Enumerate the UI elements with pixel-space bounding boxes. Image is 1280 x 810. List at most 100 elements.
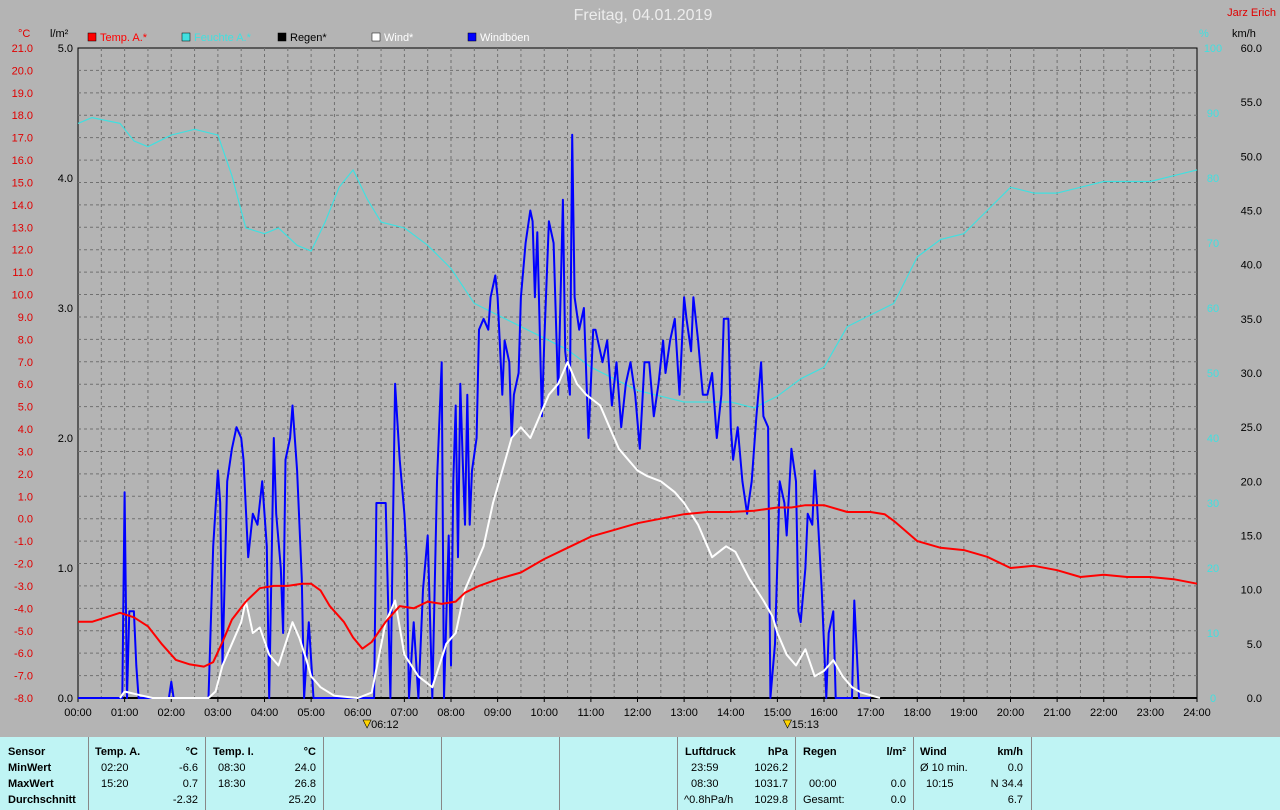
rain-tick-label: 4.0	[58, 173, 73, 185]
divider	[323, 737, 324, 810]
rain-max-time: 00:00	[809, 778, 837, 790]
rain-header: Regen	[803, 746, 837, 758]
station-name: Jarz Erich	[1227, 7, 1276, 19]
humidity-tick-label: 40	[1207, 433, 1219, 445]
x-tick-label: 02:00	[157, 707, 185, 719]
pressure-trend: ^0.8hPa/h	[684, 794, 734, 806]
humidity-tick-label: 60	[1207, 303, 1219, 315]
x-tick-label: 03:00	[204, 707, 232, 719]
pressure-max-time: 08:30	[691, 778, 719, 790]
rain-tick-label: 5.0	[58, 43, 73, 55]
humidity-axis-unit: %	[1199, 28, 1209, 40]
temp-i-min-time: 08:30	[218, 762, 246, 774]
temp-i-max-time: 18:30	[218, 778, 246, 790]
x-tick-label: 23:00	[1137, 707, 1165, 719]
temp-tick-label: 11.0	[12, 267, 33, 279]
temp-tick-label: 0.0	[18, 514, 33, 526]
temp-tick-label: -8.0	[14, 693, 33, 705]
divider	[559, 737, 560, 810]
x-tick-label: 00:00	[64, 707, 92, 719]
statistics-panel: Sensor MinWert MaxWert Durchschnitt Temp…	[0, 737, 1280, 810]
pressure-min-value: 1026.2	[754, 762, 788, 774]
temp-tick-label: 7.0	[18, 357, 33, 369]
humidity-tick-label: 90	[1207, 108, 1219, 120]
x-tick-label: 09:00	[484, 707, 512, 719]
temp-i-avg: 25.20	[288, 794, 316, 806]
legend-label: Windböen	[480, 32, 530, 44]
wind-tick-label: 0.0	[1247, 693, 1262, 705]
x-tick-label: 01:00	[111, 707, 139, 719]
x-tick-label: 08:00	[437, 707, 465, 719]
x-tick-label: 10:00	[530, 707, 558, 719]
max-row-label: MaxWert	[8, 778, 54, 790]
temp-tick-label: 12.0	[12, 245, 33, 257]
sun-marker-icon	[783, 719, 792, 729]
rain-tick-label: 3.0	[58, 303, 73, 315]
temp-axis-unit: °C	[18, 28, 30, 40]
temp-tick-label: 4.0	[18, 424, 33, 436]
divider	[1031, 737, 1032, 810]
temp-tick-label: -1.0	[14, 536, 33, 548]
wind-avg-value: 0.0	[1007, 762, 1023, 774]
legend-swatch	[87, 32, 97, 42]
temp-tick-label: 9.0	[18, 312, 33, 324]
pressure-header: Luftdruck	[685, 746, 736, 758]
wind-tick-label: 60.0	[1241, 43, 1262, 55]
x-tick-label: 18:00	[903, 707, 931, 719]
wind-tick-label: 20.0	[1241, 476, 1262, 488]
wind-header: Wind	[920, 746, 947, 758]
legend-swatch	[277, 32, 287, 42]
x-tick-label: 04:00	[251, 707, 279, 719]
divider	[795, 737, 796, 810]
wind-tick-label: 15.0	[1241, 531, 1262, 543]
x-tick-label: 21:00	[1043, 707, 1071, 719]
humidity-tick-label: 0	[1210, 693, 1216, 705]
legend: Temp. A.* Feuchte A.* Regen* Wind* Windböen	[87, 32, 530, 44]
rain-tick-label: 0.0	[58, 693, 73, 705]
wind-unit: km/h	[997, 746, 1023, 758]
x-tick-label: 11:00	[578, 707, 605, 719]
humidity-tick-label: 20	[1207, 563, 1219, 575]
temp-tick-label: 10.0	[12, 290, 33, 302]
wind-avg: 6.7	[1007, 794, 1023, 806]
humidity-tick-label: 70	[1207, 238, 1219, 250]
x-tick-label: 06:00	[344, 707, 372, 719]
divider	[205, 737, 206, 810]
temp-a-avg: -2.32	[172, 794, 198, 806]
x-tick-label: 22:00	[1090, 707, 1118, 719]
sun-marker-label: 15:13	[791, 719, 819, 731]
humidity-tick-label: 50	[1207, 368, 1219, 380]
temp-i-max-value: 26.8	[294, 778, 316, 790]
wind-tick-label: 30.0	[1241, 368, 1262, 380]
temp-tick-label: 8.0	[18, 334, 33, 346]
wind-max-time: 10:15	[926, 778, 954, 790]
temp-tick-label: 20.0	[12, 65, 33, 77]
legend-label: Regen*	[290, 32, 327, 44]
divider	[88, 737, 89, 810]
legend-label: Feuchte A.*	[194, 32, 252, 44]
humidity-tick-label: 30	[1207, 498, 1219, 510]
temp-tick-label: 21.0	[12, 43, 33, 55]
weather-chart: Freitag, 04.01.2019 Jarz Erich Temp. A.*…	[12, 7, 1276, 731]
temp-tick-label: 18.0	[12, 110, 33, 122]
x-tick-label: 07:00	[391, 707, 419, 719]
temp-tick-label: -3.0	[14, 581, 33, 593]
legend-swatch	[371, 32, 381, 42]
x-tick-label: 24:00	[1183, 707, 1211, 719]
temp-tick-label: 13.0	[12, 222, 33, 234]
wind-tick-label: 10.0	[1241, 585, 1262, 597]
x-tick-label: 13:00	[670, 707, 698, 719]
sun-marker-label: 06:12	[371, 719, 399, 731]
rain-tick-label: 2.0	[58, 433, 73, 445]
temp-a-unit: °C	[185, 746, 198, 758]
temp-a-min-value: -6.6	[179, 762, 198, 774]
humidity-tick-label: 10	[1207, 628, 1219, 640]
pressure-avg: 1029.8	[754, 794, 788, 806]
x-tick-label: 17:00	[857, 707, 885, 719]
divider	[677, 737, 678, 810]
humidity-tick-label: 100	[1204, 43, 1222, 55]
temp-a-max-value: 0.7	[182, 778, 198, 790]
wind-tick-label: 25.0	[1241, 422, 1262, 434]
legend-swatch	[467, 32, 477, 42]
temp-a-max-time: 15:20	[101, 778, 129, 790]
